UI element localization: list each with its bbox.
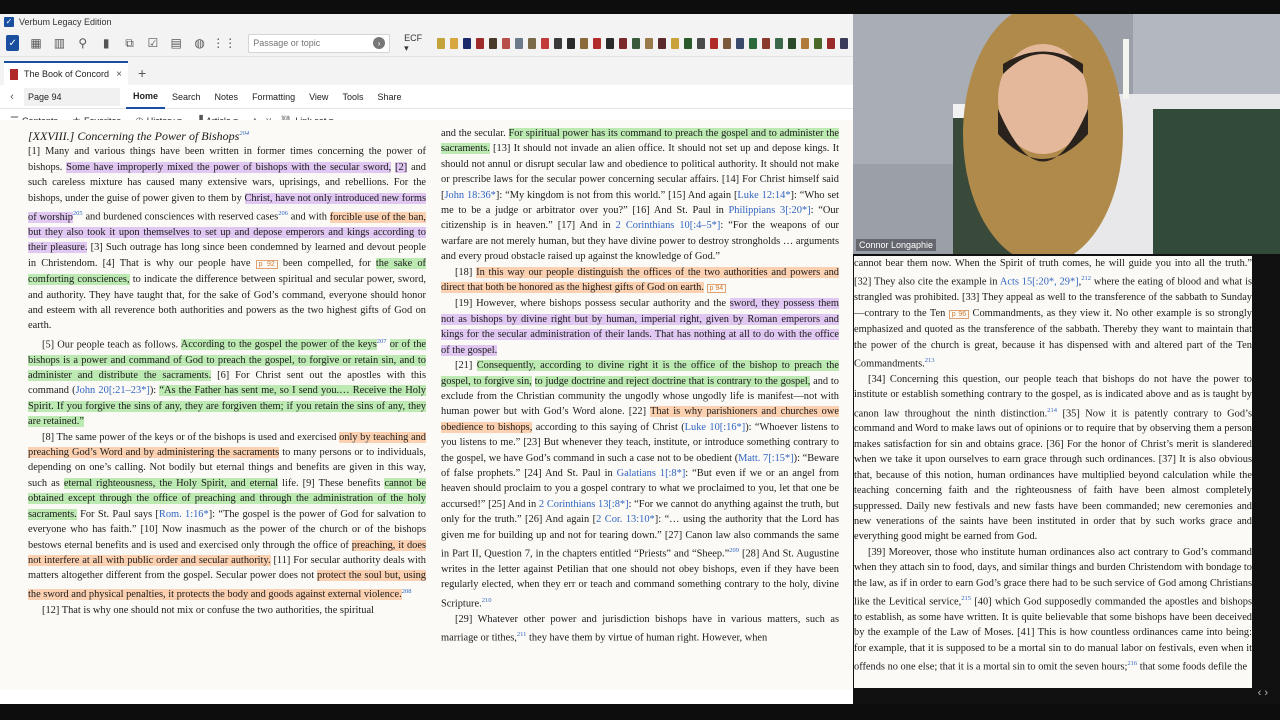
paragraph: and the secular. For spiritual power has…	[441, 128, 839, 263]
documents-icon[interactable]: ⧉	[123, 35, 136, 51]
passage-search-input[interactable]	[253, 38, 374, 48]
resource-shortcut-icon[interactable]	[749, 37, 758, 49]
resource-shortcut-icon[interactable]	[580, 37, 589, 49]
participant-name: Connor Longaphie	[856, 239, 937, 251]
tab-search[interactable]: Search	[165, 85, 208, 109]
resource-shortcut-icon[interactable]	[606, 37, 615, 49]
text-column-2: and the secular. For spiritual power has…	[441, 126, 839, 678]
close-icon[interactable]: ×	[116, 69, 122, 80]
resource-shortcut-icon[interactable]	[710, 37, 719, 49]
resource-shortcut-icon[interactable]	[502, 37, 511, 49]
collection-selector[interactable]: ECF ▾	[404, 33, 425, 54]
resource-shortcut-icon[interactable]	[463, 37, 472, 49]
paragraph: [21] Consequently, according to divine r…	[441, 360, 839, 610]
title-bar: ✓ Verbum Legacy Edition	[0, 14, 853, 30]
layouts-icon[interactable]: ▦	[29, 35, 42, 51]
window-title: Verbum Legacy Edition	[19, 17, 112, 27]
resource-shortcut-icon[interactable]	[645, 37, 654, 49]
system-top-bar	[0, 0, 1280, 14]
passage-search-box[interactable]: ›	[248, 33, 391, 53]
text-column-3: cannot bear them now. When the Spirit of…	[854, 256, 1252, 688]
resource-shortcut-icon[interactable]	[775, 37, 784, 49]
library-icon[interactable]: ▥	[53, 35, 66, 51]
tab-home[interactable]: Home	[126, 85, 166, 109]
tab-bar: The Book of Concord × +	[0, 57, 853, 85]
resource-shortcut-icon[interactable]	[684, 37, 693, 49]
resource-shortcut-icon[interactable]	[736, 37, 745, 49]
resource-shortcut-icon[interactable]	[762, 37, 771, 49]
tab-share[interactable]: Share	[370, 85, 408, 109]
add-tab-button[interactable]: +	[138, 65, 146, 81]
notes-icon[interactable]: ▤	[170, 35, 183, 51]
guides-icon[interactable]: ▮	[99, 35, 112, 51]
checklist-icon[interactable]: ☑	[146, 35, 159, 51]
paragraph: cannot bear them now. When the Spirit of…	[854, 258, 1252, 370]
resource-navbar: ‹ Page 94 Home Search Notes Formatting V…	[0, 85, 853, 109]
search-go-icon[interactable]: ›	[373, 37, 386, 49]
paragraph: [29] Whatever other power and jurisdicti…	[441, 613, 839, 644]
resource-shortcuts	[437, 37, 853, 49]
webcam-video: Connor Longaphie	[853, 14, 1280, 254]
resource-shortcut-icon[interactable]	[814, 37, 823, 49]
resource-shortcut-icon[interactable]	[788, 37, 797, 49]
paragraph: [12] That is why one should not mix or c…	[42, 604, 374, 616]
resource-shortcut-icon[interactable]	[697, 37, 706, 49]
resource-shortcut-icon[interactable]	[554, 37, 563, 49]
book-icon	[10, 68, 18, 80]
resource-shortcut-icon[interactable]	[515, 37, 524, 49]
paragraph: [8] The same power of the keys or of the…	[28, 431, 426, 601]
home-logo-icon[interactable]: ✓	[6, 35, 20, 51]
tools-grid-icon[interactable]: ⋮⋮	[212, 35, 236, 51]
main-toolbar: ✓ ▦ ▥ ⚲ ▮ ⧉ ☑ ▤ ◍ ⋮⋮ › ECF ▾	[0, 30, 853, 57]
resource-shortcut-icon[interactable]	[567, 37, 576, 49]
paragraph: [39] Moreover, those who institute human…	[854, 546, 1252, 673]
app-logo-icon: ✓	[4, 17, 14, 27]
page-nav-arrows[interactable]: ‹ ›	[1258, 687, 1268, 699]
reference-value: Page 94	[28, 91, 62, 102]
search-icon[interactable]: ⚲	[76, 35, 89, 51]
atlas-icon[interactable]: ◍	[193, 35, 206, 51]
resource-shortcut-icon[interactable]	[632, 37, 641, 49]
resource-shortcut-icon[interactable]	[658, 37, 667, 49]
paragraph: [19] However, where bishops possess secu…	[441, 298, 839, 356]
resource-shortcut-icon[interactable]	[541, 37, 550, 49]
tab-label: The Book of Concord	[24, 69, 110, 79]
section-heading: [XXVIII.] Concerning the Power of Bishop…	[28, 126, 426, 144]
footnote-ref[interactable]: 204	[239, 130, 249, 137]
resource-shortcut-icon[interactable]	[840, 37, 849, 49]
resource-shortcut-icon[interactable]	[619, 37, 628, 49]
resource-shortcut-icon[interactable]	[450, 37, 459, 49]
resource-shortcut-icon[interactable]	[801, 37, 810, 49]
paragraph: [18] In this way our people distinguish …	[441, 266, 839, 294]
paragraph: [34] Concerning this question, our peopl…	[854, 373, 1252, 543]
tab-tools[interactable]: Tools	[335, 85, 370, 109]
back-icon[interactable]: ‹	[0, 91, 24, 103]
resource-shortcut-icon[interactable]	[671, 37, 680, 49]
resource-shortcut-icon[interactable]	[476, 37, 485, 49]
tab-formatting[interactable]: Formatting	[245, 85, 302, 109]
resource-shortcut-icon[interactable]	[593, 37, 602, 49]
reference-box[interactable]: Page 94	[24, 87, 120, 106]
resource-shortcut-icon[interactable]	[437, 37, 446, 49]
section-heading-text: [XXVIII.] Concerning the Power of Bishop…	[28, 129, 240, 143]
paragraph: [5] Our people teach as follows. Accordi…	[28, 337, 426, 428]
system-bottom-bar	[0, 704, 1280, 720]
tab-view[interactable]: View	[302, 85, 335, 109]
resource-shortcut-icon[interactable]	[723, 37, 732, 49]
reading-pane: [XXVIII.] Concerning the Power of Bishop…	[0, 120, 853, 690]
webcam-scene	[853, 14, 1280, 254]
text-column-1: [XXVIII.] Concerning the Power of Bishop…	[28, 126, 426, 678]
collection-label: ECF	[404, 32, 423, 43]
resource-shortcut-icon[interactable]	[489, 37, 498, 49]
resource-shortcut-icon[interactable]	[528, 37, 537, 49]
tab-book-of-concord[interactable]: The Book of Concord ×	[4, 61, 128, 85]
paragraph: [1] Many and various things have been wr…	[28, 146, 426, 332]
resource-shortcut-icon[interactable]	[827, 37, 836, 49]
tab-notes[interactable]: Notes	[208, 85, 246, 109]
